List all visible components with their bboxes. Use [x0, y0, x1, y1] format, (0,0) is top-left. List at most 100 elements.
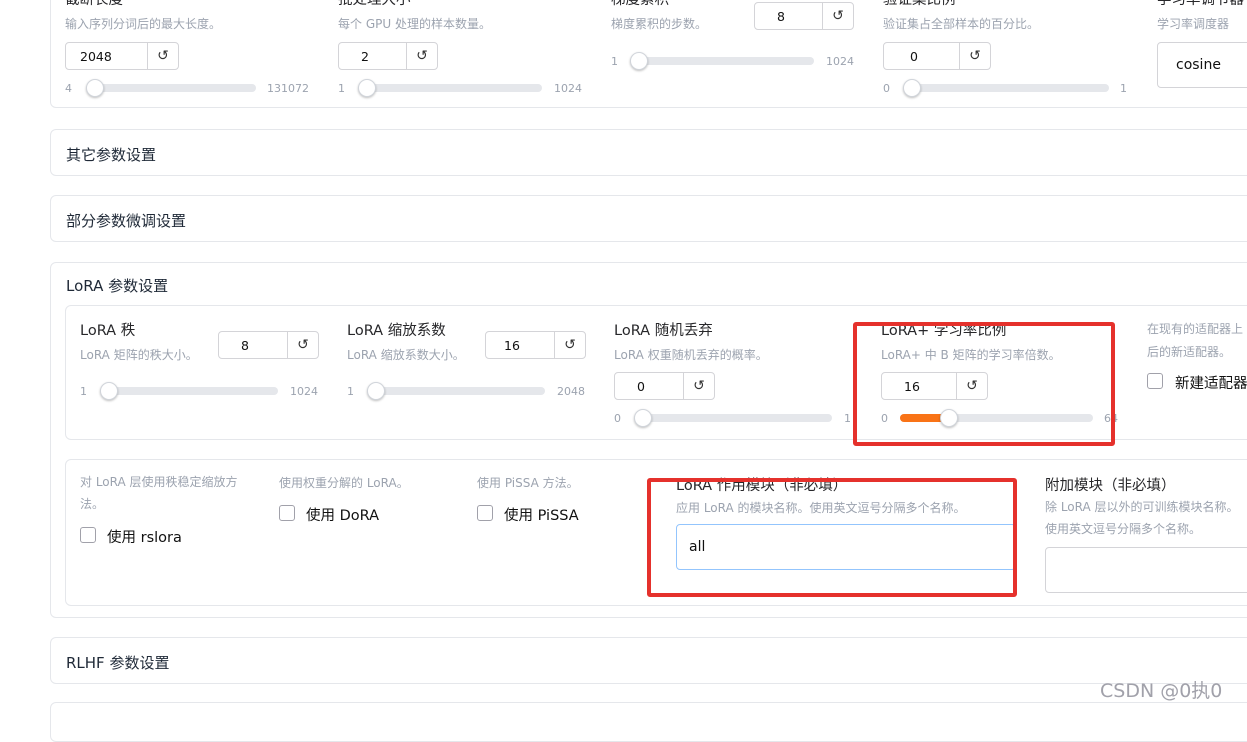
grad-accum-max: 1024 [826, 55, 854, 68]
val-size-label: 验证集比例 [883, 0, 956, 8]
lora-rank-max: 1024 [290, 385, 318, 398]
grad-accum-desc: 梯度累积的步数。 [611, 17, 708, 31]
lora-rank-slider[interactable] [100, 382, 278, 400]
other-params-section[interactable]: 其它参数设置 [50, 129, 1247, 176]
lora-dropout-value[interactable]: 0 [615, 373, 683, 399]
lora-target-value[interactable]: all [689, 539, 705, 555]
pissa-label[interactable]: 使用 PiSSA [504, 504, 579, 525]
grad-accum-value[interactable]: 8 [755, 3, 822, 29]
batch-size-min: 1 [338, 82, 345, 95]
loraplus-ratio-slider[interactable] [900, 409, 1093, 427]
reset-icon[interactable]: ↺ [822, 3, 853, 29]
next-section[interactable] [50, 702, 1247, 742]
cutoff-len-max: 131072 [267, 82, 309, 95]
additional-target-label: 附加模块（非必填） [1045, 478, 1176, 494]
create-adapter-desc-1: 在现有的适配器上 [1147, 322, 1244, 336]
val-size-desc: 验证集占全部样本的百分比。 [883, 17, 1040, 31]
create-adapter-label[interactable]: 新建适配器 [1175, 372, 1247, 393]
lr-scheduler-select[interactable]: cosine [1157, 42, 1247, 88]
lora-dropout-desc: LoRA 权重随机丢弃的概率。 [614, 348, 768, 362]
val-size-input[interactable]: 0 ↺ [883, 42, 991, 70]
lora-target-desc: 应用 LoRA 的模块名称。使用英文逗号分隔多个名称。 [676, 501, 966, 515]
rslora-label[interactable]: 使用 rslora [107, 526, 182, 547]
batch-size-value[interactable]: 2 [339, 43, 406, 69]
other-params-title[interactable]: 其它参数设置 [66, 144, 156, 165]
slider-thumb[interactable] [358, 79, 376, 97]
val-size-value[interactable]: 0 [884, 43, 959, 69]
lora-params-title[interactable]: LoRA 参数设置 [66, 275, 168, 296]
reset-icon[interactable]: ↺ [959, 43, 990, 69]
rlhf-params-title[interactable]: RLHF 参数设置 [66, 652, 169, 673]
lora-alpha-slider[interactable] [367, 382, 545, 400]
lr-scheduler-value[interactable]: cosine [1176, 57, 1221, 73]
pissa-checkbox[interactable] [477, 505, 493, 521]
slider-thumb[interactable] [634, 409, 652, 427]
cutoff-len-value[interactable]: 2048 [66, 43, 147, 69]
batch-size-slider[interactable] [358, 79, 542, 97]
batch-size-input[interactable]: 2 ↺ [338, 42, 438, 70]
freeze-params-title[interactable]: 部分参数微调设置 [66, 210, 186, 231]
val-size-slider[interactable] [903, 79, 1109, 97]
lora-dropout-max: 1 [844, 412, 851, 425]
slider-thumb[interactable] [903, 79, 921, 97]
dora-checkbox[interactable] [279, 505, 295, 521]
reset-icon[interactable]: ↺ [956, 373, 987, 399]
dora-label[interactable]: 使用 DoRA [306, 504, 379, 525]
lora-dropout-input[interactable]: 0 ↺ [614, 372, 715, 400]
lr-scheduler-desc: 学习率调度器 [1157, 17, 1230, 31]
lora-rank-min: 1 [80, 385, 87, 398]
rlhf-params-section[interactable]: RLHF 参数设置 [50, 637, 1247, 684]
lora-alpha-label: LoRA 缩放系数 [347, 323, 446, 339]
lora-rank-value[interactable]: 8 [219, 332, 287, 358]
cutoff-len-slider[interactable] [86, 79, 256, 97]
lr-scheduler-label: 学习率调节器 [1157, 0, 1244, 8]
freeze-params-section[interactable]: 部分参数微调设置 [50, 195, 1247, 242]
lora-alpha-desc: LoRA 缩放系数大小。 [347, 348, 465, 362]
slider-thumb[interactable] [630, 52, 648, 70]
cutoff-len-label: 截断长度 [65, 0, 123, 8]
reset-icon[interactable]: ↺ [287, 332, 318, 358]
slider-thumb[interactable] [367, 382, 385, 400]
loraplus-ratio-desc: LoRA+ 中 B 矩阵的学习率倍数。 [881, 348, 1061, 362]
rslora-desc: 对 LoRA 层使用秩稳定缩放方法。 [80, 475, 238, 511]
create-adapter-checkbox[interactable] [1147, 373, 1163, 389]
lora-rank-desc: LoRA 矩阵的秩大小。 [80, 348, 198, 362]
lora-rank-input[interactable]: 8 ↺ [218, 331, 319, 359]
cutoff-len-min: 4 [65, 82, 72, 95]
grad-accum-input[interactable]: 8 ↺ [754, 2, 854, 30]
lora-alpha-value[interactable]: 16 [486, 332, 554, 358]
cutoff-len-input[interactable]: 2048 ↺ [65, 42, 179, 70]
lora-target-input[interactable]: all [676, 524, 1016, 570]
additional-target-input[interactable] [1045, 547, 1247, 593]
slider-thumb[interactable] [100, 382, 118, 400]
lora-dropout-label: LoRA 随机丢弃 [614, 323, 713, 339]
loraplus-ratio-label: LoRA+ 学习率比例 [881, 323, 1007, 339]
pissa-desc: 使用 PiSSA 方法。 [477, 476, 579, 490]
reset-icon[interactable]: ↺ [406, 43, 437, 69]
loraplus-ratio-min: 0 [881, 412, 888, 425]
cutoff-len-desc: 输入序列分词后的最大长度。 [65, 17, 222, 31]
slider-thumb[interactable] [86, 79, 104, 97]
lora-dropout-slider[interactable] [634, 409, 832, 427]
rslora-checkbox[interactable] [80, 527, 96, 543]
grad-accum-min: 1 [611, 55, 618, 68]
batch-size-desc: 每个 GPU 处理的样本数量。 [338, 17, 491, 31]
lora-alpha-max: 2048 [557, 385, 585, 398]
val-size-min: 0 [883, 82, 890, 95]
loraplus-ratio-input[interactable]: 16 ↺ [881, 372, 988, 400]
loraplus-ratio-max: 64 [1104, 412, 1118, 425]
reset-icon[interactable]: ↺ [554, 332, 585, 358]
reset-icon[interactable]: ↺ [147, 43, 178, 69]
loraplus-ratio-value[interactable]: 16 [882, 373, 956, 399]
watermark: CSDN @0执0 [1100, 680, 1223, 702]
lora-alpha-input[interactable]: 16 ↺ [485, 331, 586, 359]
create-adapter-desc-2: 后的新适配器。 [1147, 345, 1232, 359]
lora-target-label: LoRA 作用模块（非必填） [676, 478, 848, 494]
batch-size-label: 批处理大小 [338, 0, 411, 8]
batch-size-max: 1024 [554, 82, 582, 95]
additional-target-desc: 除 LoRA 层以外的可训练模块名称。使用英文逗号分隔多个名称。 [1045, 500, 1239, 536]
lora-alpha-min: 1 [347, 385, 354, 398]
val-size-max: 1 [1120, 82, 1127, 95]
reset-icon[interactable]: ↺ [683, 373, 714, 399]
grad-accum-slider[interactable] [630, 52, 814, 70]
